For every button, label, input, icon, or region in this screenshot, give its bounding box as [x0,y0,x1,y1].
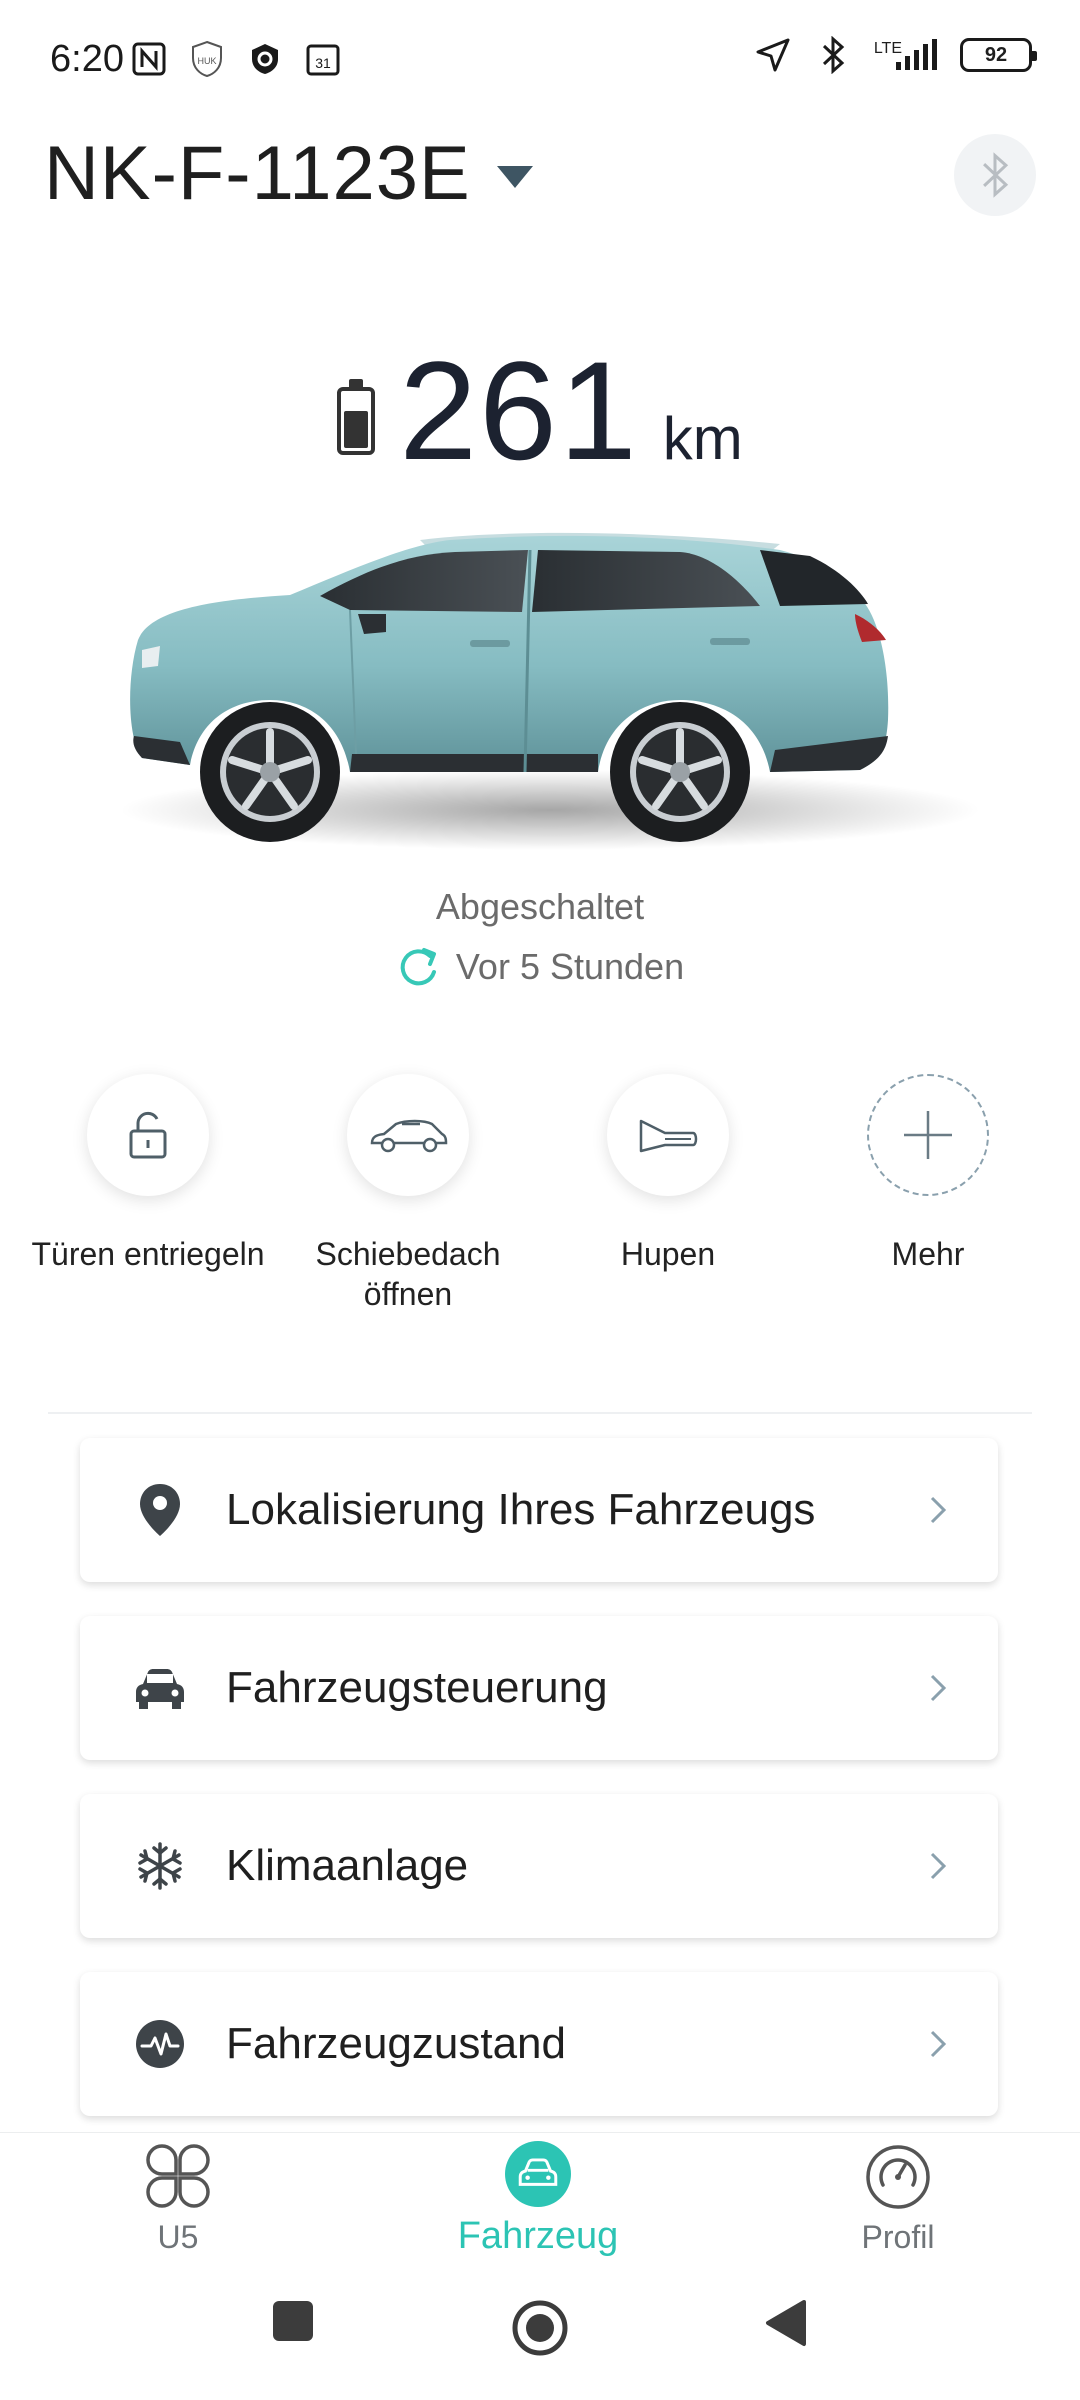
bottom-navigation: U5 Fahrzeug Profil [0,2132,1080,2262]
tab-fahrzeug[interactable]: Fahrzeug [428,2141,648,2258]
tab-label: Fahrzeug [457,2215,619,2257]
sunroof-label: Schiebedach öffnen [315,1236,501,1312]
status-system-icons: LTE 92 [754,36,1037,74]
more-label: Mehr [891,1236,965,1272]
license-plate: NK-F-1123E [44,131,471,216]
chevron-right-icon [918,1490,958,1530]
menu-item-locate-vehicle[interactable]: Lokalisierung Ihres Fahrzeugs [80,1438,998,1582]
battery-icon [337,379,376,455]
battery-level: 92 [984,43,1008,66]
horn-label: Hupen [620,1236,716,1272]
car-front-icon [130,1658,190,1718]
svg-text:31: 31 [315,55,331,71]
menu-item-label: Klimaanlage [226,1841,469,1890]
square-icon [273,2301,313,2341]
quick-actions: Türen entriegeln Schiebedach öffnen Hupe… [0,1074,1080,1334]
range-value: 261 [399,332,639,489]
shield-app-icon [246,40,284,78]
sunroof-button[interactable] [347,1074,469,1196]
status-notification-icons: HUK 31 [130,40,342,78]
more-action[interactable]: Mehr [798,1074,1058,1274]
location-arrow-icon [754,36,792,74]
refresh-icon[interactable] [396,944,442,990]
lte-signal-icon: LTE [874,36,938,74]
clover-icon [146,2144,210,2208]
tab-label: U5 [157,2219,199,2255]
unlock-label: Türen entriegeln [31,1236,265,1272]
location-pin-icon [130,1480,190,1540]
refresh-status[interactable]: Vor 5 Stunden [0,944,1080,990]
unlock-doors-action[interactable]: Türen entriegeln [18,1074,278,1274]
back-triangle-icon [766,2300,806,2346]
menu-item-label: Fahrzeugsteuerung [226,1663,608,1712]
huk-shield-icon: HUK [188,40,226,78]
chevron-right-icon [918,1668,958,1708]
menu-item-label: Fahrzeugzustand [226,2019,566,2068]
range-display: 261 km [0,330,1080,492]
last-updated: Vor 5 Stunden [455,946,685,987]
chevron-right-icon [918,1846,958,1886]
snowflake-icon [130,1836,190,1896]
menu-item-label: Lokalisierung Ihres Fahrzeugs [226,1485,816,1534]
home-circle-icon [512,2300,568,2356]
tab-profil[interactable]: Profil [788,2141,1008,2256]
menu-item-vehicle-control[interactable]: Fahrzeugsteuerung [80,1616,998,1760]
profile-dial-icon [866,2145,930,2209]
dropdown-caret-icon [496,165,533,188]
menu-item-climate[interactable]: Klimaanlage [80,1794,998,1938]
system-navigation-bar [0,2262,1080,2400]
front-wheel [200,702,340,842]
back-button[interactable] [762,2298,808,2348]
more-button[interactable] [867,1074,989,1196]
horn-action[interactable]: Hupen [538,1074,798,1274]
menu-item-vehicle-health[interactable]: Fahrzeugzustand [80,1972,998,2116]
rear-wheel [610,702,750,842]
car-icon [505,2141,571,2207]
bluetooth-key-button[interactable] [954,134,1036,216]
horn-button[interactable] [607,1074,729,1196]
tab-u5[interactable]: U5 [68,2141,288,2256]
horn-icon [639,1119,698,1153]
pulse-icon [130,2014,190,2074]
calendar-31-icon: 31 [304,40,342,78]
svg-text:HUK: HUK [197,56,216,66]
bluetooth-icon [983,152,1009,198]
status-time: 6:20 [50,38,124,80]
nfc-icon [130,40,168,78]
recent-apps-button[interactable] [270,2298,316,2344]
battery-indicator: 92 [960,38,1037,72]
tab-label: Profil [861,2219,935,2255]
chevron-right-icon [918,2024,958,2064]
vehicle-selector[interactable]: NK-F-1123E [44,130,533,217]
unlock-button[interactable] [87,1074,209,1196]
vehicle-image [120,532,980,850]
home-button[interactable] [510,2298,570,2358]
range-unit: km [662,405,743,472]
unlock-icon [129,1111,167,1159]
status-bar: 6:20 HUK 31 LTE 92 [0,0,1080,120]
sunroof-action[interactable]: Schiebedach öffnen [278,1074,538,1314]
bluetooth-icon [814,36,852,74]
sunroof-car-icon [370,1119,448,1153]
section-divider [48,1412,1032,1414]
plus-icon [904,1111,952,1159]
vehicle-status: Abgeschaltet [435,886,645,927]
